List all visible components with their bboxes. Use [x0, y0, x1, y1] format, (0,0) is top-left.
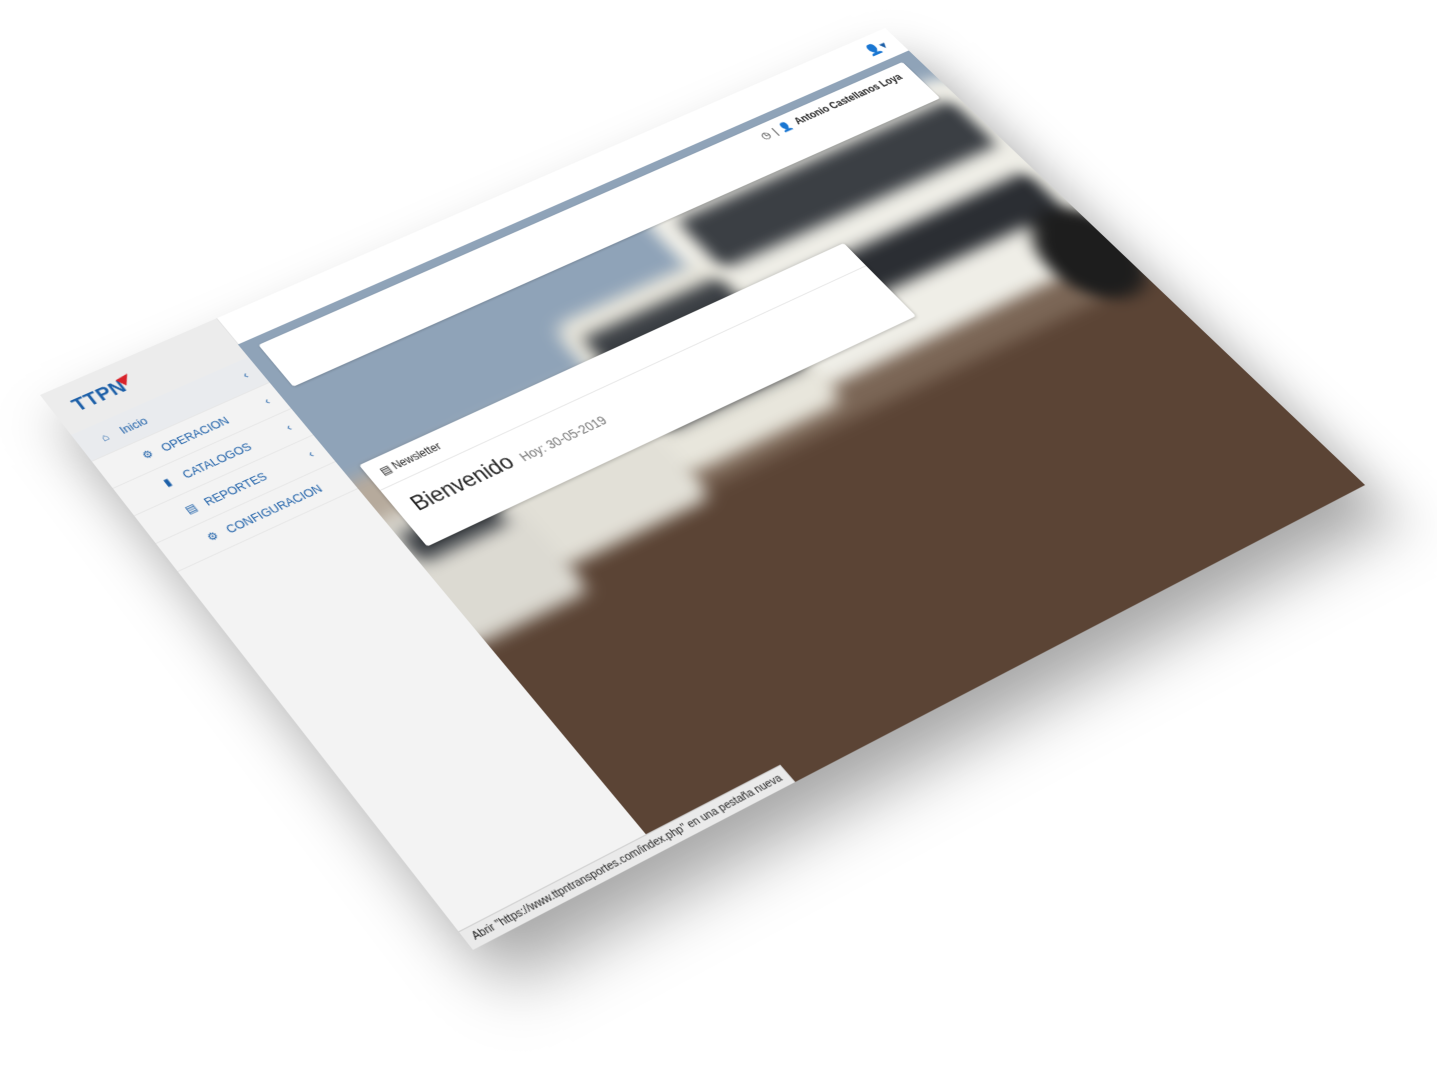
gear-icon: ⚙ — [139, 447, 157, 462]
user-icon: 👤 — [776, 119, 796, 134]
chevron-left-icon: ‹ — [283, 421, 295, 434]
chevron-left-icon: ‹ — [261, 395, 273, 407]
book-icon: ▮ — [160, 475, 175, 489]
today-date: Hoy: 30-05-2019 — [516, 413, 610, 464]
table-icon: ▤ — [182, 501, 201, 517]
clock-icon[interactable]: ◷ — [758, 129, 774, 141]
browser-screen: 👤▾ TTPN ⌂ Inicio ‹ ⚙ OPERACION ‹ ▮ CATAL… — [40, 28, 1366, 950]
user-icon[interactable]: 👤▾ — [862, 39, 891, 57]
chevron-left-icon: ‹ — [305, 448, 317, 460]
home-icon: ⌂ — [97, 431, 112, 444]
gears-icon: ⚙ — [203, 529, 222, 544]
mockup-scene: 👤▾ TTPN ⌂ Inicio ‹ ⚙ OPERACION ‹ ▮ CATAL… — [0, 0, 1437, 1072]
sidebar-item-label: Inicio — [116, 413, 151, 436]
chevron-left-icon: ‹ — [239, 369, 252, 381]
